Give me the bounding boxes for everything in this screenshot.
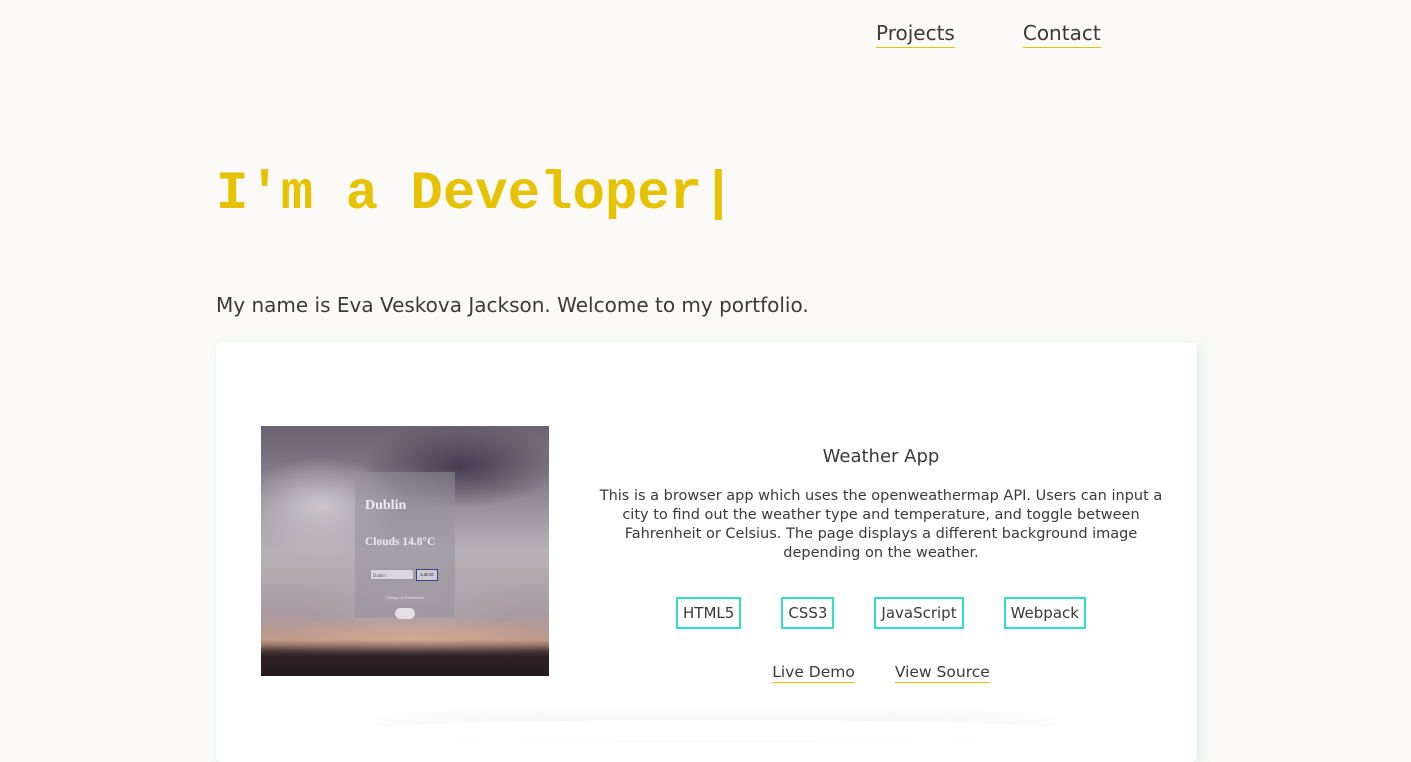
tag-html5: HTML5 xyxy=(676,597,742,629)
tag-webpack: Webpack xyxy=(1003,597,1086,629)
project-description: This is a browser app which uses the ope… xyxy=(599,488,1163,561)
nav-link-projects[interactable]: Projects xyxy=(876,20,955,48)
live-demo-link[interactable]: Live Demo xyxy=(772,662,855,683)
intro-text: My name is Eva Veskova Jackson. Welcome … xyxy=(216,293,809,317)
screenshot-weather-panel: Dublin Clouds 14.8°C Dublin submit Chang… xyxy=(355,472,455,619)
project-links: Live Demo View Source xyxy=(596,662,1166,683)
project-screenshot: Dublin Clouds 14.8°C Dublin submit Chang… xyxy=(261,426,549,676)
screenshot-city: Dublin xyxy=(365,498,407,513)
screenshot-city-input: Dublin xyxy=(370,569,414,580)
hero-title: I'm a Developer| xyxy=(216,164,735,225)
project-title: Weather App xyxy=(822,446,940,467)
screenshot-toggle-label: Change to Fahrenheit xyxy=(385,595,425,600)
next-card-shadow xyxy=(366,720,1066,740)
screenshot-toggle xyxy=(395,608,415,619)
screenshot-submit-button: submit xyxy=(416,569,438,581)
treeline-silhouette xyxy=(261,640,549,676)
view-source-link[interactable]: View Source xyxy=(894,662,990,683)
nav-link-contact[interactable]: Contact xyxy=(1022,20,1101,48)
tag-css3: CSS3 xyxy=(781,597,835,629)
tech-tags: HTML5 CSS3 JavaScript Webpack xyxy=(596,597,1166,629)
project-card: Dublin Clouds 14.8°C Dublin submit Chang… xyxy=(216,342,1197,762)
tag-javascript: JavaScript xyxy=(874,597,964,629)
screenshot-weather: Clouds 14.8°C xyxy=(365,536,436,548)
top-nav: Projects Contact xyxy=(876,20,1101,48)
